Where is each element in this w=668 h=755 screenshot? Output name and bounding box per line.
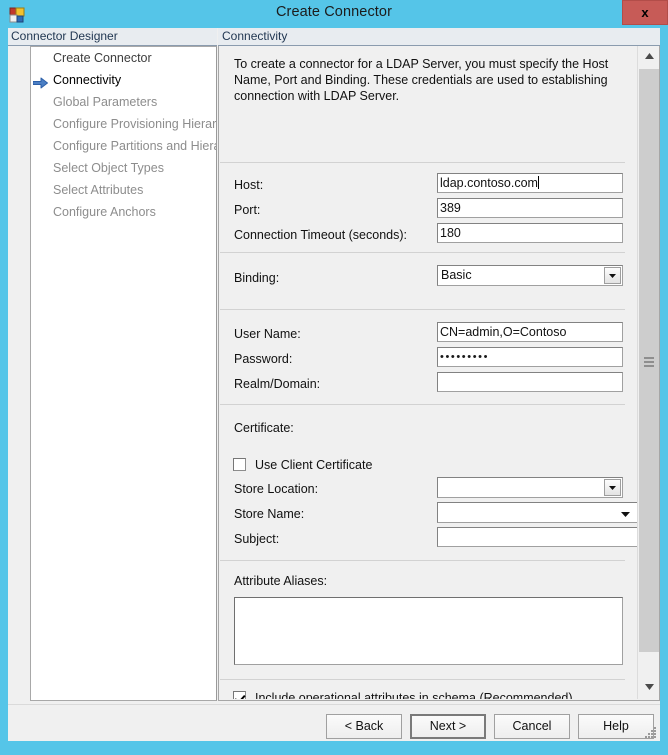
store-location-label: Store Location: bbox=[234, 482, 319, 496]
use-client-certificate-label: Use Client Certificate bbox=[255, 458, 373, 472]
host-label: Host: bbox=[234, 178, 264, 192]
realm-domain-input[interactable] bbox=[437, 372, 623, 392]
window-title: Create Connector bbox=[275, 4, 393, 20]
binding-select[interactable]: Basic bbox=[437, 265, 623, 286]
checkbox-box bbox=[233, 691, 246, 699]
divider-4 bbox=[220, 404, 625, 405]
sidebar-item-connectivity[interactable]: Connectivity bbox=[31, 69, 216, 91]
intro-text: To create a connector for a LDAP Server,… bbox=[234, 57, 609, 103]
sidebar-item-label: Configure Partitions and Hierarchies bbox=[53, 139, 216, 153]
binding-label: Binding: bbox=[234, 271, 280, 285]
connection-timeout-label: Connection Timeout (seconds): bbox=[234, 228, 408, 242]
text-caret bbox=[537, 176, 539, 189]
scrollbar-thumb[interactable] bbox=[639, 69, 659, 652]
back-button[interactable]: < Back bbox=[326, 714, 402, 739]
chevron-down-icon[interactable] bbox=[604, 267, 621, 284]
connectivity-header: Connectivity bbox=[218, 28, 660, 46]
connectivity-panel: To create a connector for a LDAP Server,… bbox=[218, 46, 660, 701]
sidebar-item-label: Configure Provisioning Hierarchy bbox=[53, 117, 217, 131]
sidebar-item-configure-anchors[interactable]: Configure Anchors bbox=[31, 201, 216, 223]
connection-timeout-input[interactable]: 180 bbox=[437, 223, 623, 243]
port-label: Port: bbox=[234, 203, 261, 217]
vertical-scrollbar[interactable] bbox=[637, 46, 659, 699]
sidebar-item-select-object-types[interactable]: Select Object Types bbox=[31, 157, 216, 179]
next-button[interactable]: Next > bbox=[410, 714, 486, 739]
sidebar-item-global-parameters[interactable]: Global Parameters bbox=[31, 91, 216, 113]
use-client-certificate-checkbox[interactable]: Use Client Certificate bbox=[233, 458, 372, 472]
realm-domain-label: Realm/Domain: bbox=[234, 377, 321, 391]
scroll-up-icon[interactable] bbox=[639, 46, 659, 68]
divider-3 bbox=[220, 309, 625, 310]
host-input[interactable]: ldap.contoso.com bbox=[437, 173, 623, 193]
sidebar-item-label: Create Connector bbox=[53, 51, 152, 65]
user-name-input[interactable]: CN=admin,O=Contoso bbox=[437, 322, 623, 342]
close-icon[interactable]: x bbox=[622, 0, 668, 25]
create-connector-window: Create Connector x Connector Designer Cr… bbox=[0, 0, 668, 755]
attribute-aliases-label: Attribute Aliases: bbox=[234, 574, 328, 588]
sidebar-item-label: Global Parameters bbox=[53, 95, 158, 109]
attribute-aliases-textarea[interactable] bbox=[234, 597, 623, 665]
sidebar-item-label: Select Attributes bbox=[53, 183, 144, 197]
connector-designer-nav: Create Connector Connectivity Global Param… bbox=[30, 46, 217, 701]
divider-6 bbox=[220, 679, 625, 680]
sidebar-item-select-attributes[interactable]: Select Attributes bbox=[31, 179, 216, 201]
sidebar-item-configure-provisioning-hierarchy[interactable]: Configure Provisioning Hierarchy bbox=[31, 113, 217, 135]
divider-5 bbox=[220, 560, 625, 561]
title-bar: Create Connector x bbox=[0, 0, 668, 28]
certificate-section-label: Certificate: bbox=[234, 421, 294, 435]
divider-1 bbox=[220, 162, 625, 163]
connectivity-scroll-pane: To create a connector for a LDAP Server,… bbox=[219, 46, 638, 699]
port-input[interactable]: 389 bbox=[437, 198, 623, 218]
dialog-client-area: Connector Designer Create Connector Conne… bbox=[8, 28, 660, 741]
cancel-button[interactable]: Cancel bbox=[494, 714, 570, 739]
include-operational-attributes-label: Include operational attributes in schema… bbox=[255, 691, 573, 699]
password-input[interactable]: ••••••••• bbox=[437, 347, 623, 367]
dialog-button-bar: < Back Next > Cancel Help bbox=[8, 704, 660, 741]
sidebar-item-create-connector[interactable]: Create Connector bbox=[31, 47, 216, 69]
binding-selected-value: Basic bbox=[441, 268, 472, 282]
checkbox-box bbox=[233, 458, 246, 471]
password-label: Password: bbox=[234, 352, 293, 366]
divider-2 bbox=[220, 252, 625, 253]
current-step-arrow-icon bbox=[32, 74, 48, 89]
sidebar-item-label: Configure Anchors bbox=[53, 205, 156, 219]
store-name-select[interactable] bbox=[437, 502, 638, 523]
subject-label: Subject: bbox=[234, 532, 280, 546]
sidebar-item-configure-partitions-and-hierarchies[interactable]: Configure Partitions and Hierarchies bbox=[31, 135, 216, 157]
user-name-label: User Name: bbox=[234, 327, 301, 341]
store-location-select[interactable] bbox=[437, 477, 623, 498]
sidebar-item-label: Connectivity bbox=[53, 73, 122, 87]
chevron-down-icon[interactable] bbox=[604, 479, 621, 496]
chevron-down-icon[interactable] bbox=[617, 506, 634, 522]
scroll-down-icon[interactable] bbox=[639, 677, 659, 699]
sidebar-item-label: Select Object Types bbox=[53, 161, 164, 175]
scrollbar-grip-icon bbox=[644, 356, 654, 367]
nav-list: Create Connector Connectivity Global Param… bbox=[31, 47, 217, 223]
resize-grip-icon[interactable] bbox=[643, 725, 658, 740]
subject-input[interactable] bbox=[437, 527, 638, 547]
connector-designer-header: Connector Designer bbox=[8, 28, 217, 46]
include-operational-attributes-checkbox[interactable]: Include operational attributes in schema… bbox=[233, 691, 573, 699]
store-name-label: Store Name: bbox=[234, 507, 305, 521]
